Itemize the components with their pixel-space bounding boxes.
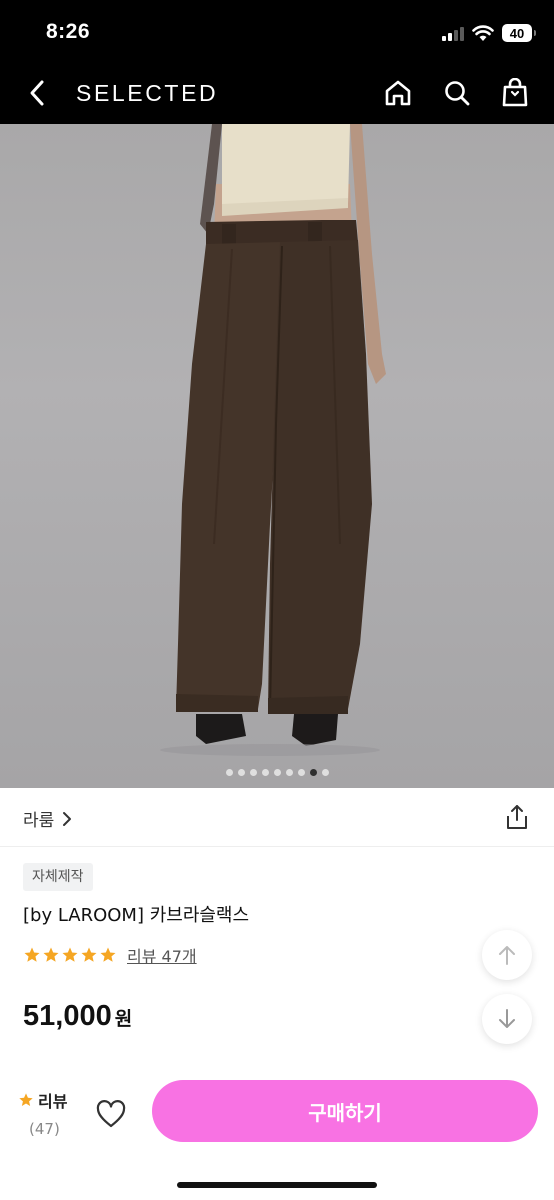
pagination-dot[interactable] (237, 769, 245, 776)
review-summary-button[interactable]: 리뷰 (47) (18, 1088, 78, 1138)
product-badge: 자체제작 (23, 863, 93, 891)
pagination-dot[interactable] (273, 769, 281, 776)
status-icons: 40 (442, 22, 536, 44)
home-icon (385, 80, 411, 106)
share-icon (507, 805, 527, 829)
review-link[interactable]: 리뷰 47개 (127, 943, 197, 967)
pagination-dot[interactable] (261, 769, 269, 776)
search-button[interactable] (440, 76, 474, 110)
review-summary-label: 리뷰 (18, 1088, 78, 1112)
image-pagination (0, 769, 554, 776)
scroll-down-button[interactable] (482, 994, 532, 1044)
home-indicator (177, 1182, 377, 1188)
product-image[interactable] (0, 124, 554, 788)
back-button[interactable] (20, 76, 54, 110)
pagination-dot[interactable] (285, 769, 293, 776)
star-icon (100, 947, 116, 962)
heart-icon (96, 1100, 126, 1128)
chevron-right-icon (63, 811, 72, 826)
wifi-icon (472, 24, 494, 41)
search-icon (445, 81, 470, 106)
buy-button[interactable]: 구매하기 (152, 1080, 538, 1142)
arrow-up-icon (499, 946, 515, 965)
wishlist-button[interactable] (92, 1095, 130, 1133)
home-button[interactable] (381, 76, 415, 110)
product-title: [by LAROOM] 카브라슬랙스 (23, 905, 250, 926)
price-row: 51,000 원 (23, 1000, 132, 1033)
review-count: (47) (29, 1120, 60, 1138)
star-icon (19, 1093, 33, 1106)
shopping-bag-icon (502, 78, 528, 107)
shop-link[interactable]: 라룸 (23, 806, 72, 831)
star-icon (62, 947, 78, 962)
app-header: SELECTED (0, 62, 554, 124)
cart-button[interactable] (498, 76, 532, 110)
shop-name: 라룸 (23, 811, 55, 831)
star-icon (24, 947, 40, 962)
pagination-dot[interactable] (321, 769, 329, 776)
back-icon (30, 80, 44, 106)
review-label: 리뷰 (38, 1092, 68, 1111)
arrow-down-icon (499, 1009, 515, 1028)
brand-logo[interactable]: SELECTED (76, 80, 218, 107)
cellular-signal-icon (442, 25, 464, 41)
status-bar: 8:26 40 (0, 0, 554, 62)
shop-row: 라룸 (0, 788, 554, 847)
star-icon (43, 947, 59, 962)
pagination-dot-active[interactable] (309, 769, 317, 776)
price-unit: 원 (114, 1008, 133, 1030)
share-button[interactable] (504, 804, 530, 830)
scroll-up-button[interactable] (482, 930, 532, 980)
pagination-dot[interactable] (225, 769, 233, 776)
rating-row: 리뷰 47개 (23, 943, 197, 967)
star-icon (81, 947, 97, 962)
product-price: 51,000 (23, 1000, 112, 1032)
battery-icon: 40 (502, 24, 536, 42)
pagination-dot[interactable] (249, 769, 257, 776)
pagination-dot[interactable] (297, 769, 305, 776)
status-time: 8:26 (46, 20, 91, 43)
product-photo (160, 124, 386, 756)
star-rating (23, 946, 117, 964)
bottom-action-bar: 리뷰 (47) 구매하기 (0, 1060, 554, 1200)
